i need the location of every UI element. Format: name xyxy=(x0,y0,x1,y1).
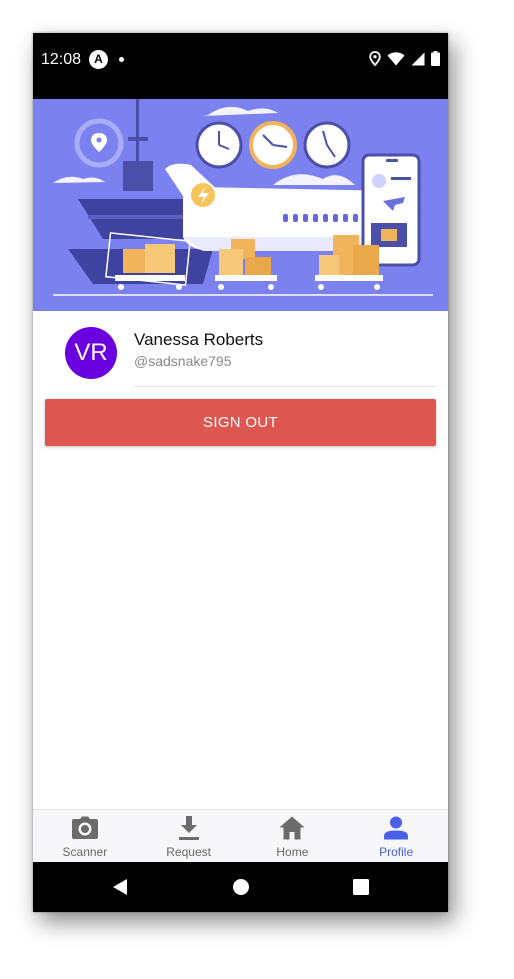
notification-dot-icon xyxy=(119,57,124,62)
tab-request[interactable]: Request xyxy=(137,810,241,863)
recents-icon[interactable] xyxy=(353,878,369,896)
battery-icon xyxy=(431,51,440,66)
signal-icon xyxy=(411,52,425,65)
profile-handle: @sadsnake795 xyxy=(134,353,232,369)
person-icon xyxy=(384,816,409,840)
phone-screen: 12:08 A VR Vanessa Roberts @sadsnake795 … xyxy=(33,33,448,912)
home-button-icon[interactable] xyxy=(232,878,250,896)
profile-name: Vanessa Roberts xyxy=(134,330,264,349)
avatar: VR xyxy=(65,327,117,379)
logistics-banner-illustration xyxy=(33,99,448,311)
bottom-tab-bar: Scanner Request Home Profile xyxy=(33,809,448,863)
home-icon xyxy=(279,816,305,840)
status-time: 12:08 xyxy=(41,51,82,68)
tab-home[interactable]: Home xyxy=(241,810,345,863)
back-icon[interactable] xyxy=(112,878,128,896)
download-icon xyxy=(178,816,199,840)
sign-out-button[interactable]: SIGN OUT xyxy=(45,399,436,446)
status-bar: 12:08 A xyxy=(33,33,448,99)
tab-label: Scanner xyxy=(62,845,108,859)
tab-label: Profile xyxy=(379,845,414,859)
system-navigation-bar xyxy=(33,862,448,912)
divider xyxy=(134,386,436,387)
location-icon xyxy=(369,51,381,66)
tab-profile[interactable]: Profile xyxy=(344,810,448,863)
camera-icon xyxy=(71,816,98,839)
status-icons xyxy=(369,51,440,66)
tab-label: Home xyxy=(276,845,309,859)
tab-scanner[interactable]: Scanner xyxy=(33,810,137,863)
wifi-icon xyxy=(387,51,405,65)
app-notification-icon: A xyxy=(89,50,108,69)
tab-label: Request xyxy=(166,845,211,859)
profile-card: VR Vanessa Roberts @sadsnake795 xyxy=(33,311,448,391)
